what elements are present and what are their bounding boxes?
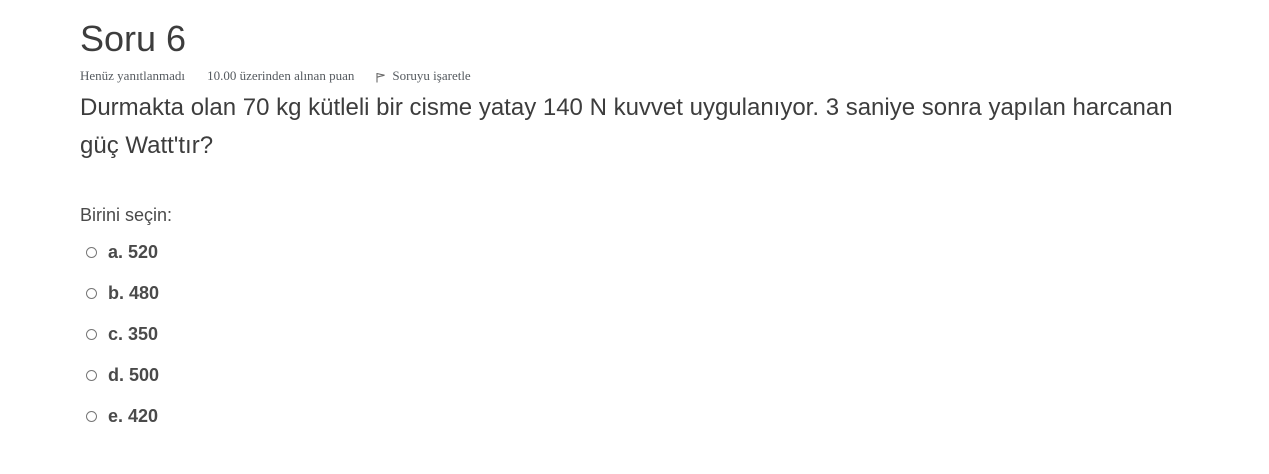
- flag-question-label: Soruyu işaretle: [392, 68, 471, 83]
- answer-label: c. 350: [108, 324, 159, 344]
- answer-label: d. 500: [108, 365, 160, 385]
- answer-label: b. 480: [108, 283, 160, 303]
- question-text: Durmakta olan 70 kg kütleli bir cisme ya…: [80, 94, 1173, 159]
- answer-list: a. 520 b. 480 c. 350 d. 500 e. 420: [80, 232, 159, 437]
- answer-option-d[interactable]: d. 500: [80, 355, 159, 396]
- radio-button[interactable]: [86, 329, 97, 340]
- question-points: 10.00 üzerinden alınan puan: [207, 68, 355, 83]
- radio-button[interactable]: [86, 411, 97, 422]
- answer-prompt: Birini seçin:: [80, 205, 173, 225]
- question-status: Henüz yanıtlanmadı: [80, 68, 186, 83]
- answer-option-e[interactable]: e. 420: [80, 396, 159, 437]
- radio-button[interactable]: [86, 247, 97, 258]
- radio-button[interactable]: [86, 370, 97, 381]
- answer-option-b[interactable]: b. 480: [80, 273, 159, 314]
- flag-question-link[interactable]: Soruyu işaretle: [376, 68, 471, 84]
- question-info: Henüz yanıtlanmadı 10.00 üzerinden alına…: [80, 68, 471, 84]
- question-title: Soru 6: [80, 18, 187, 59]
- answer-label: e. 420: [108, 406, 159, 426]
- flag-icon: [376, 72, 386, 83]
- radio-button[interactable]: [86, 288, 97, 299]
- answer-label: a. 520: [108, 242, 159, 262]
- answer-option-c[interactable]: c. 350: [80, 314, 159, 355]
- answer-option-a[interactable]: a. 520: [80, 232, 159, 273]
